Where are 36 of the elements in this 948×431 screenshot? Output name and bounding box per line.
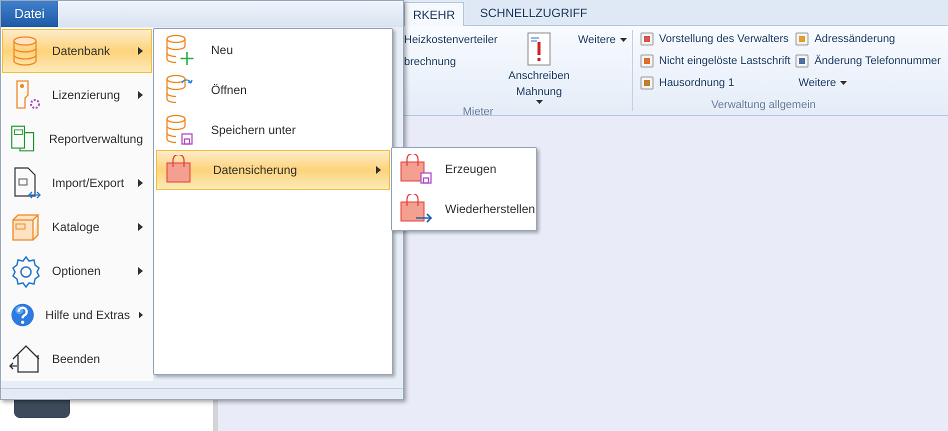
dropdown-button[interactable]: Weitere <box>794 74 941 92</box>
menu-item[interactable]: Erzeugen <box>392 149 536 189</box>
caret-icon <box>840 81 848 85</box>
ribbon-button[interactable]: Nicht eingelöste Lastschrift <box>639 52 790 70</box>
menu-item[interactable]: Speichern unter <box>156 110 390 150</box>
ribbon-button[interactable]: Heizkostenverteiler <box>404 32 504 48</box>
ribbon-tab[interactable]: SCHNELLZUGRIFF <box>464 1 604 25</box>
ribbon-button[interactable]: Vorstellung des Verwalters <box>639 30 790 48</box>
menu-item[interactable]: Optionen <box>2 249 152 293</box>
caret-icon <box>620 38 627 42</box>
ribbon-button[interactable]: Adressänderung <box>794 30 941 48</box>
menu-item[interactable]: Datensicherung <box>156 150 390 190</box>
menu-item[interactable]: Hilfe und Extras <box>2 293 152 337</box>
ribbon-button[interactable]: brechnung <box>404 54 504 70</box>
menu-item[interactable]: Import/Export <box>2 161 152 205</box>
file-menu-button[interactable]: Datei <box>1 1 58 27</box>
menu-item[interactable]: Reportverwaltung <box>2 117 152 161</box>
bag-arrow-icon <box>399 194 433 224</box>
settings-icon <box>9 254 43 288</box>
ribbon-tab[interactable]: RKEHR <box>404 2 464 26</box>
ribbon-button[interactable]: Änderung Telefonnummer <box>794 52 941 70</box>
menu-item[interactable]: Lizenzierung <box>2 73 152 117</box>
ribbon-button[interactable]: Hausordnung 1 <box>639 74 790 92</box>
menu-item[interactable]: Öffnen <box>156 70 390 110</box>
caret-icon <box>536 100 542 104</box>
group-label: Verwaltung allgemein <box>710 98 817 113</box>
menu-item[interactable]: Beenden <box>2 337 152 381</box>
ribbon-large-button[interactable]: Anschreiben Mahnung <box>504 32 574 104</box>
menu-item[interactable]: Wiederherstellen <box>392 189 536 229</box>
menu-item[interactable]: Neu <box>156 30 390 70</box>
alert-document-icon <box>527 32 551 66</box>
menu-item[interactable]: Kataloge <box>2 205 152 249</box>
bag-save-icon <box>399 154 433 184</box>
group-label: Mieter <box>462 105 494 120</box>
dropdown-button[interactable]: Weitere <box>578 32 627 48</box>
menu-item[interactable]: Datenbank <box>2 29 152 73</box>
